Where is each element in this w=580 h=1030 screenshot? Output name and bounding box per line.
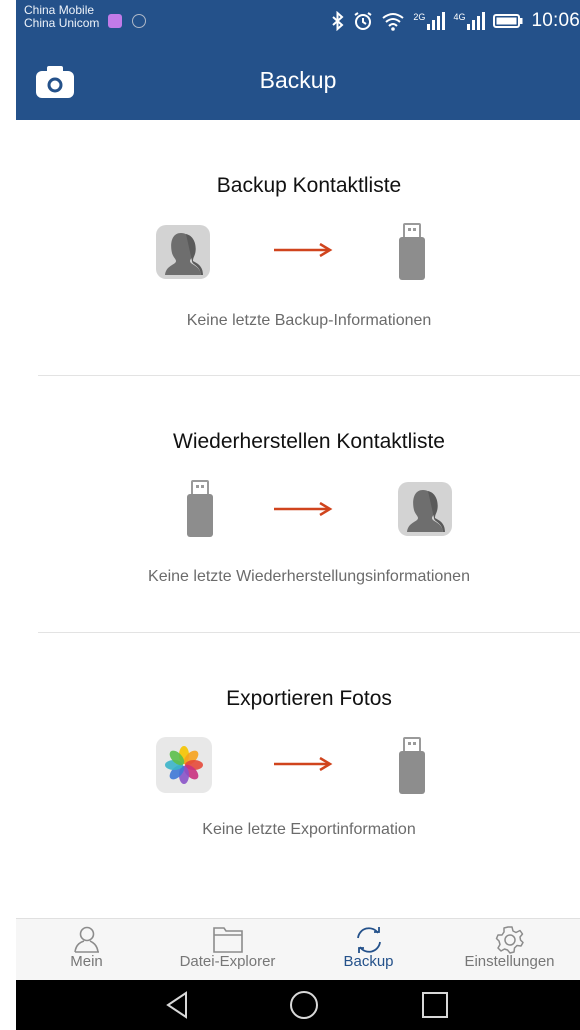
wifi-icon — [382, 13, 405, 31]
tab-einstellungen[interactable]: Einstellungen — [439, 919, 580, 981]
arrow-right-icon — [274, 502, 333, 516]
arrow-right-icon — [274, 757, 333, 771]
export-photos-action[interactable] — [156, 737, 426, 795]
export-photos-info: Keine letzte Exportinformation — [202, 821, 416, 838]
home-icon[interactable] — [289, 990, 319, 1020]
app-screen: China Mobile China Unicom 2G 4G 10:06 Ba… — [0, 0, 580, 1030]
section-divider — [38, 375, 580, 376]
network-4g-signal-icon: 4G — [453, 12, 486, 30]
app-notification-icon — [108, 14, 122, 28]
bluetooth-icon — [332, 11, 344, 31]
battery-icon — [493, 14, 523, 28]
restore-contacts-action[interactable] — [186, 480, 456, 538]
usb-drive-icon — [399, 737, 425, 794]
app-header: China Mobile China Unicom 2G 4G 10:06 Ba… — [16, 0, 580, 120]
restore-contacts-info: Keine letzte Wiederherstellungsinformati… — [148, 568, 470, 585]
tab-label-einstellungen: Einstellungen — [464, 953, 555, 970]
section-divider — [38, 632, 580, 633]
tab-label-datei-explorer: Datei-Explorer — [179, 953, 276, 970]
sync-notification-icon — [132, 14, 146, 28]
system-nav-bar — [16, 980, 580, 1030]
network-4g-label: 4G — [453, 12, 466, 22]
status-bar: China Mobile China Unicom 2G 4G 10:06 — [16, 0, 580, 44]
backup-contacts-info: Keine letzte Backup-Informationen — [186, 312, 432, 329]
backup-contacts-title: Backup Kontaktliste — [216, 174, 402, 197]
network-2g-label: 2G — [413, 12, 426, 22]
folder-icon — [212, 927, 243, 953]
back-icon[interactable] — [164, 990, 192, 1020]
tab-mein[interactable]: Mein — [16, 919, 157, 981]
bottom-tab-bar: Mein Datei-Explorer Backup Einstellungen — [16, 918, 580, 980]
backup-contacts-action[interactable] — [156, 223, 426, 281]
usb-drive-icon — [187, 480, 213, 537]
restore-contacts-title: Wiederherstellen Kontaktliste — [173, 430, 445, 453]
gear-icon — [495, 926, 524, 954]
network-2g-signal-icon: 2G — [413, 12, 446, 30]
contact-icon — [156, 225, 210, 279]
notification-icons — [108, 14, 146, 28]
tab-label-backup: Backup — [343, 953, 394, 970]
status-time: 10:06 — [531, 10, 580, 31]
tab-backup[interactable]: Backup — [298, 919, 439, 981]
page-title: Backup — [259, 67, 337, 93]
tab-label-mein: Mein — [70, 953, 103, 970]
export-photos-title: Exportieren Fotos — [226, 687, 392, 710]
contact-icon — [398, 482, 452, 536]
carrier-info: China Mobile China Unicom — [24, 4, 99, 30]
usb-drive-icon — [399, 223, 425, 280]
status-icons: 2G 4G 10:06 — [331, 10, 580, 32]
alarm-icon — [354, 12, 372, 30]
arrow-right-icon — [274, 243, 333, 257]
photos-icon — [156, 737, 212, 793]
person-icon — [73, 926, 99, 953]
sync-icon — [356, 927, 381, 953]
carrier-label-2: China Unicom — [24, 16, 100, 30]
tab-datei-explorer[interactable]: Datei-Explorer — [157, 919, 298, 981]
recents-icon[interactable] — [421, 990, 449, 1020]
